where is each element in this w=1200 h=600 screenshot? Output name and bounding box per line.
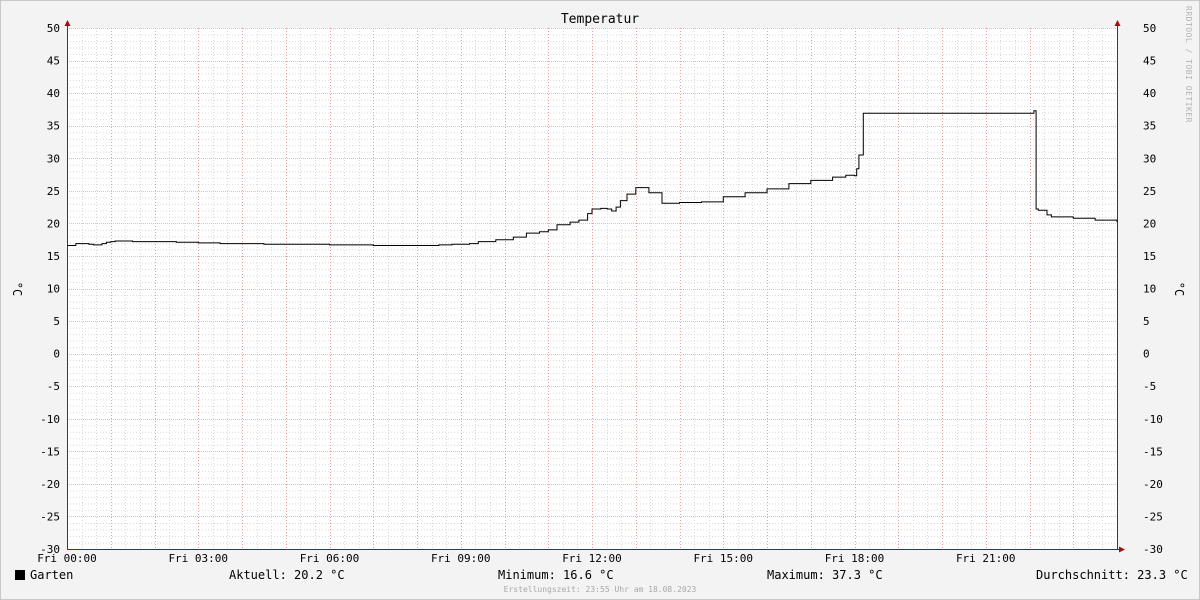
y-tick-label-left: 10 xyxy=(47,283,60,296)
y-tick-label-right: 5 xyxy=(1143,315,1150,328)
legend-average: Durchschnitt: 23.3 °C xyxy=(1036,568,1188,582)
x-tick-label: Fri 18:00 xyxy=(825,552,885,565)
y-tick-label-right: -15 xyxy=(1143,445,1163,458)
y-tick-label-left: 30 xyxy=(47,152,60,165)
y-tick-label-left: -10 xyxy=(40,413,60,426)
y-tick-label-right: -20 xyxy=(1143,478,1163,491)
y-tick-label-left: 20 xyxy=(47,217,60,230)
x-tick-label: Fri 09:00 xyxy=(431,552,491,565)
y-axis-label-right: °C xyxy=(1172,282,1186,296)
legend-maximum: Maximum: 37.3 °C xyxy=(767,568,883,582)
watermark: RRDTOOL / TOBI OETIKER xyxy=(1184,6,1193,123)
x-tick-label: Fri 12:00 xyxy=(562,552,622,565)
y-tick-label-left: -25 xyxy=(40,510,60,523)
y-axis-arrow-right xyxy=(1114,20,1121,26)
legend-minimum: Minimum: 16.6 °C xyxy=(498,568,614,582)
y-tick-label-right: 35 xyxy=(1143,120,1156,133)
x-tick-label: Fri 15:00 xyxy=(693,552,753,565)
legend-swatch xyxy=(15,570,25,580)
chart-title: Temperatur xyxy=(561,12,639,27)
y-tick-label-right: 0 xyxy=(1143,348,1150,361)
y-tick-label-left: 25 xyxy=(47,185,60,198)
y-tick-label-right: 30 xyxy=(1143,152,1156,165)
y-tick-label-right: 40 xyxy=(1143,87,1156,100)
x-axis-arrow xyxy=(1119,546,1125,553)
legend-series-name: Garten xyxy=(30,568,74,582)
x-tick-label: Fri 03:00 xyxy=(168,552,228,565)
y-tick-label-left: 45 xyxy=(47,55,60,68)
legend-current: Aktuell: 20.2 °C xyxy=(229,568,345,582)
footer-timestamp: Erstellungszeit: 23:55 Uhr am 18.08.2023 xyxy=(503,585,697,594)
x-tick-label: Fri 06:00 xyxy=(300,552,360,565)
y-tick-label-right: 20 xyxy=(1143,217,1156,230)
y-tick-label-right: 15 xyxy=(1143,250,1156,263)
y-axis-label-left: °C xyxy=(10,282,24,296)
y-tick-label-right: -30 xyxy=(1143,543,1163,556)
y-tick-label-right: 50 xyxy=(1143,22,1156,35)
y-tick-label-left: 5 xyxy=(53,315,60,328)
y-tick-label-left: -20 xyxy=(40,478,60,491)
y-tick-label-left: -5 xyxy=(47,380,60,393)
y-tick-label-left: -15 xyxy=(40,445,60,458)
x-tick-label: Fri 00:00 xyxy=(37,552,97,565)
x-tick-label: Fri 21:00 xyxy=(956,552,1016,565)
y-tick-label-left: 35 xyxy=(47,120,60,133)
y-tick-label-left: 50 xyxy=(47,22,60,35)
y-tick-label-right: 45 xyxy=(1143,55,1156,68)
y-axis-arrow-left xyxy=(64,20,71,26)
y-tick-label-right: -25 xyxy=(1143,510,1163,523)
y-tick-label-left: 40 xyxy=(47,87,60,100)
y-tick-label-right: 10 xyxy=(1143,283,1156,296)
y-tick-label-right: -5 xyxy=(1143,380,1156,393)
y-tick-label-left: 15 xyxy=(47,250,60,263)
y-tick-label-right: 25 xyxy=(1143,185,1156,198)
chart-canvas: 50 5045 4540 4035 3530 3025 2520 2015 1510 105 50 0… xyxy=(10,12,1186,565)
y-tick-label-right: -10 xyxy=(1143,413,1163,426)
y-tick-label-left: 0 xyxy=(53,348,60,361)
legend-series: Garten xyxy=(15,568,73,582)
